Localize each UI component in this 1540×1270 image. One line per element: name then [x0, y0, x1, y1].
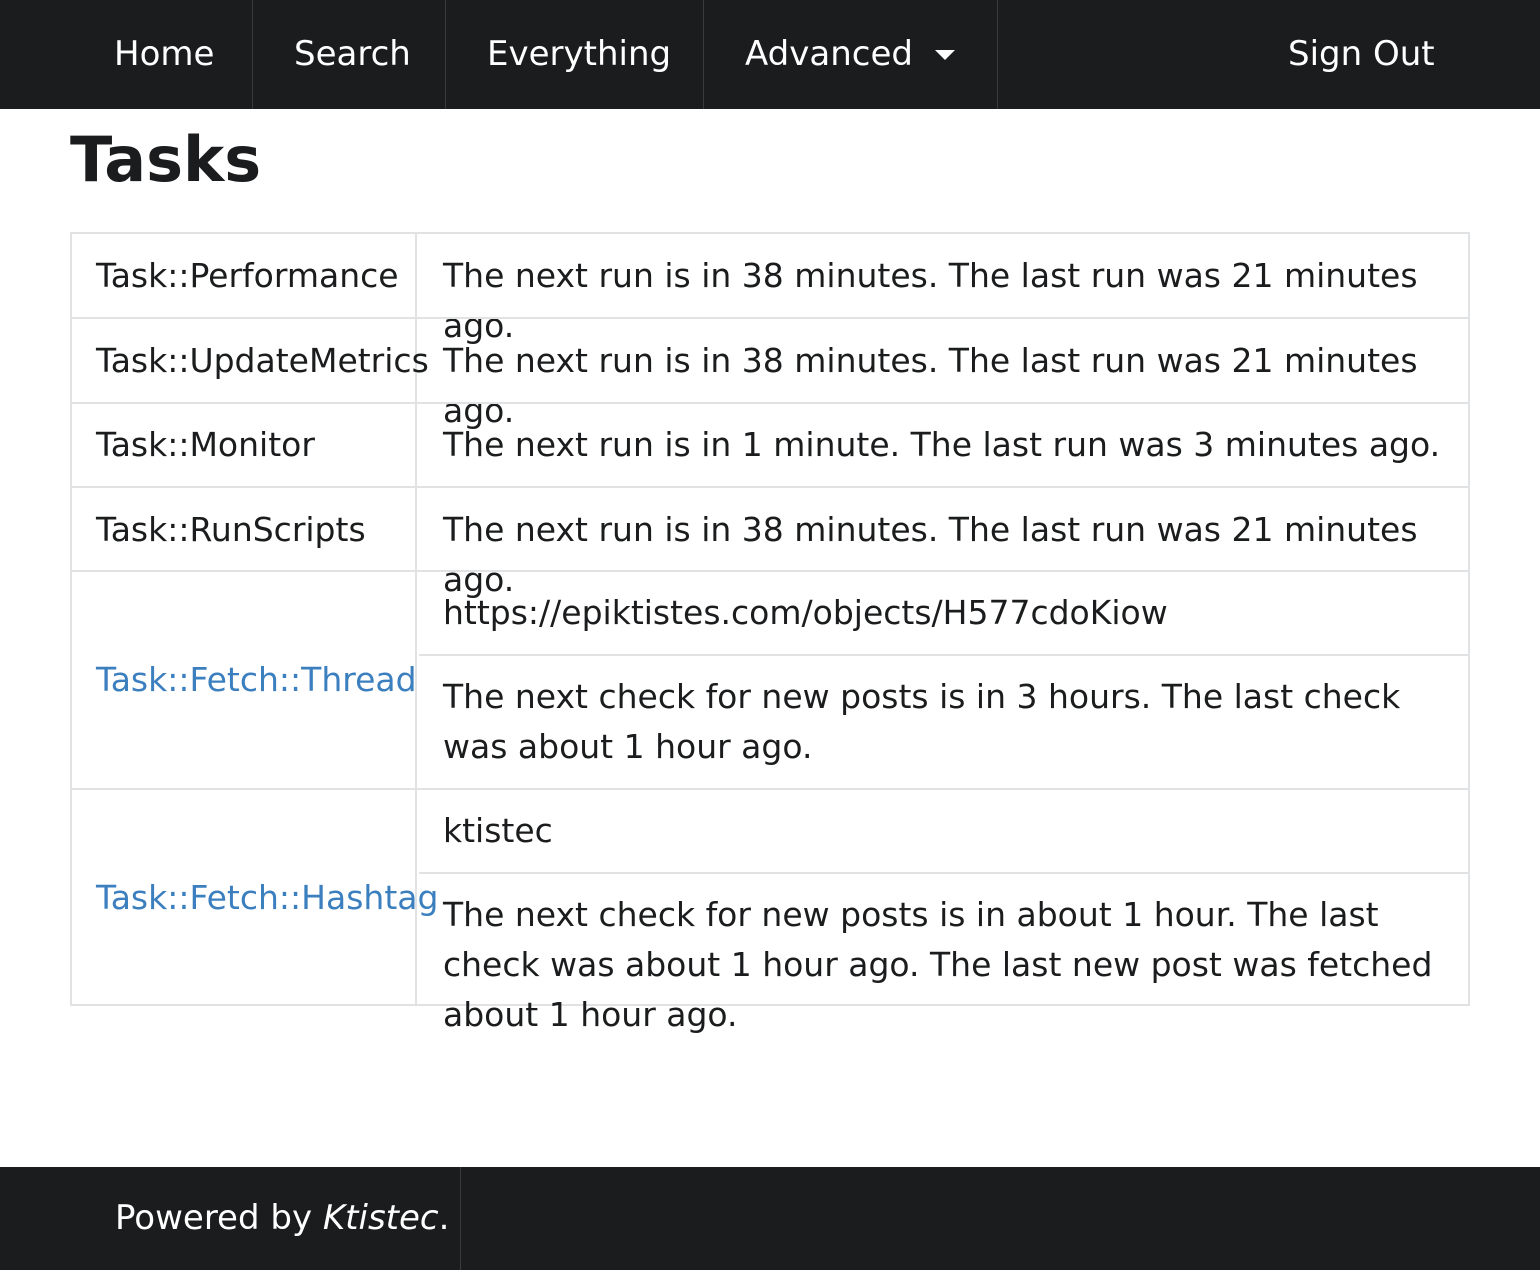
nav-home-label: Home: [114, 34, 215, 74]
task-fetch-thread-link[interactable]: Task::Fetch::Thread: [96, 660, 417, 699]
task-description: The next check for new posts is in 3 hou…: [443, 677, 1401, 766]
nav-search[interactable]: Search: [253, 0, 445, 109]
task-name: Task::UpdateMetrics: [96, 341, 429, 380]
row-divider: [419, 654, 1468, 656]
ktistec-link[interactable]: Ktistec: [323, 1198, 439, 1238]
nav-everything-label: Everything: [487, 34, 672, 74]
task-description: The next check for new posts is in about…: [443, 895, 1433, 1034]
powered-by-label: Powered by: [115, 1198, 313, 1238]
footer: Powered by Ktistec.: [0, 1167, 1540, 1270]
table-row: Task::RunScripts The next run is in 38 m…: [72, 486, 1468, 599]
nav-advanced-label: Advanced: [745, 34, 913, 74]
nav-everything[interactable]: Everything: [446, 0, 703, 109]
task-name-cell: Task::Monitor: [72, 404, 417, 488]
table-row: Task::Fetch::Hashtag ktistec The next ch…: [72, 788, 1468, 1034]
footer-period: .: [438, 1198, 450, 1238]
caret-down-icon: [935, 50, 955, 60]
task-name: Task::Performance: [96, 256, 399, 295]
nav-divider: [997, 0, 998, 109]
nav-sign-out-label: Sign Out: [1288, 34, 1435, 74]
table-row: Task::Fetch::Thread https://epiktistes.c…: [72, 570, 1468, 790]
nav-advanced-dropdown[interactable]: Advanced: [704, 0, 997, 109]
task-name-cell: Task::Fetch::Hashtag: [72, 790, 438, 1006]
tasks-table: Task::Performance The next run is in 38 …: [70, 232, 1470, 1034]
task-name-link[interactable]: Task::Fetch::Hashtag: [96, 876, 438, 920]
task-name-cell: Task::Performance: [72, 234, 417, 318]
task-subject: ktistec: [443, 811, 553, 850]
nav-sign-out[interactable]: Sign Out: [1247, 0, 1540, 109]
task-name-cell: Task::UpdateMetrics: [72, 319, 429, 403]
task-name: Task::Monitor: [96, 425, 315, 464]
top-menu: Home Search Everything Advanced Sign Out: [0, 0, 1540, 109]
nav-search-label: Search: [294, 34, 411, 74]
task-name: Task::RunScripts: [96, 510, 366, 549]
task-description: The next run is in 1 minute. The last ru…: [443, 425, 1441, 464]
task-name-cell: Task::RunScripts: [72, 488, 417, 572]
table-row: Task::Performance The next run is in 38 …: [72, 234, 1468, 345]
footer-divider: [460, 1167, 461, 1270]
page-title: Tasks: [70, 123, 262, 196]
nav-home[interactable]: Home: [0, 0, 252, 109]
row-divider: [419, 872, 1468, 874]
task-fetch-hashtag-link[interactable]: Task::Fetch::Hashtag: [96, 878, 438, 917]
task-subject: https://epiktistes.com/objects/H577cdoKi…: [443, 593, 1168, 632]
task-name-link[interactable]: Task::Fetch::Thread: [96, 658, 417, 702]
table-row: Task::UpdateMetrics The next run is in 3…: [72, 317, 1468, 430]
table-row: Task::Monitor The next run is in 1 minut…: [72, 402, 1468, 488]
task-name-cell: Task::Fetch::Thread: [72, 572, 417, 790]
powered-by: Powered by Ktistec.: [115, 1167, 449, 1270]
